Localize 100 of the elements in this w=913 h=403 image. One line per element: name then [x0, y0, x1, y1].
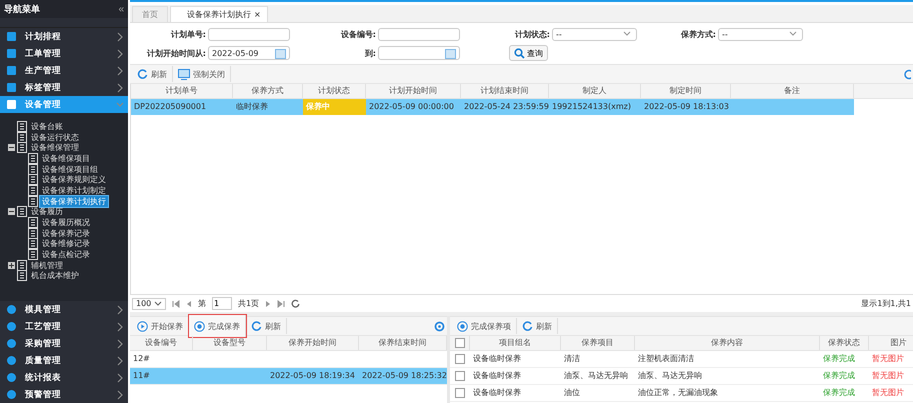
toolbar-button[interactable]: 刷新 [517, 318, 558, 334]
menu-item[interactable]: 生产管理 [0, 62, 128, 79]
menu-icon [6, 82, 17, 93]
tree-item[interactable]: 设备点检记录 [40, 249, 92, 260]
select-all-checkbox[interactable] [454, 338, 464, 348]
settings-icon[interactable] [434, 320, 445, 332]
menu-icon [6, 355, 17, 366]
column-header: 保养开始时间 [267, 336, 359, 350]
refresh-button[interactable]: 刷新 [132, 66, 173, 82]
column-header: 制定人 [549, 84, 641, 98]
table-cell-text: 2022-05-24 23:59:59 [463, 101, 549, 113]
collapse-button[interactable]: « [118, 4, 124, 14]
column-header: 计划结束时间 [461, 84, 549, 98]
menu-icon [6, 65, 17, 76]
tree-item[interactable]: 设备保养记录 [40, 228, 92, 239]
toggle-icon[interactable] [8, 208, 15, 216]
tree-item[interactable]: 辅机管理 [29, 260, 65, 271]
document-icon [28, 238, 38, 250]
radio-dot-icon [194, 320, 205, 332]
column-header: 设备编号 [130, 336, 193, 350]
tree-item[interactable]: 设备台账 [29, 120, 65, 132]
calendar-icon [445, 48, 456, 58]
toolbar-button[interactable]: 刷新 [246, 318, 287, 334]
tree-item[interactable]: 设备履历 [29, 206, 65, 218]
settings-icon[interactable] [903, 68, 911, 80]
document-icon [28, 174, 38, 186]
tree-item[interactable]: 设备维保项目 [40, 152, 92, 164]
document-icon [17, 142, 27, 154]
play-icon [137, 320, 148, 332]
table-cell-text: 油位正常，无漏油现象 [637, 387, 719, 399]
toolbar-button[interactable]: 完成保养项 [452, 318, 517, 334]
menu-icon [6, 389, 17, 400]
tree-item[interactable]: 设备维保管理 [29, 142, 81, 154]
image-link[interactable]: 暂无图片 [869, 351, 913, 367]
menu-item[interactable]: 质量管理 [0, 352, 128, 369]
document-icon [28, 152, 38, 164]
row-checkbox[interactable] [455, 371, 465, 381]
select-field[interactable]: -- [552, 28, 637, 40]
row-checkbox[interactable] [455, 388, 465, 398]
next-page-icon[interactable] [265, 300, 272, 308]
tree-item[interactable]: 设备保养计划制定 [40, 184, 108, 196]
pager-label: 共1页 [238, 298, 260, 309]
input-field[interactable] [208, 28, 290, 40]
table-cell-text: 油泵、马达无异响 [637, 370, 703, 382]
menu-item[interactable]: 统计报表 [0, 369, 128, 386]
refresh-icon [251, 320, 262, 332]
tree-item[interactable]: 设备履历概况 [40, 217, 92, 228]
column-header: 保养方式 [233, 84, 303, 98]
query-button[interactable]: 查询 [509, 45, 548, 61]
document-icon [28, 196, 38, 207]
field-label: 计划开始时间从: [146, 48, 207, 58]
document-icon [28, 228, 38, 239]
tree-item[interactable]: 设备维保项目组 [40, 164, 100, 175]
column-header: 设备型号 [193, 336, 267, 350]
previous-page-icon[interactable] [186, 300, 192, 308]
document-icon [17, 120, 27, 132]
image-link[interactable]: 暂无图片 [869, 368, 913, 384]
menu-item[interactable]: 采购管理 [0, 335, 128, 352]
tab[interactable]: 设备保养计划执行 × [170, 6, 268, 22]
table-cell-text: 油位 [563, 387, 581, 399]
refresh-icon [522, 320, 533, 332]
toggle-icon[interactable] [8, 262, 15, 269]
column-header: 制定时间 [641, 84, 731, 98]
first-page-icon[interactable] [172, 300, 180, 308]
row-checkbox[interactable] [455, 354, 465, 364]
table-cell-text: 临时保养 [235, 101, 269, 113]
menu-item[interactable]: 计划排程 [0, 28, 128, 45]
tree-item[interactable]: 设备维修记录 [40, 238, 92, 250]
select-field[interactable]: -- [718, 28, 803, 40]
table-cell-text: 19921524133(xmz) [551, 101, 632, 113]
table-row[interactable]: 11# 2022-05-09 18:19:34 2022-05-09 18:25:32 [130, 368, 447, 385]
tree-item[interactable]: 设备运行状态 [29, 132, 81, 143]
page-size-select[interactable]: 100 [132, 298, 166, 310]
column-header: 保养状态 [820, 336, 869, 350]
toolbar-button[interactable]: 完成保养 [189, 315, 246, 337]
table-row[interactable]: DP202205090001 临时保养 保养中 2022-05-09 00:00:00 2022-05-24 23:59:59 19921524133(xmz) 2022-05-09 18:13:03 [131, 99, 854, 115]
tree-item[interactable]: 设备保养计划执行 [40, 196, 108, 207]
menu-icon [6, 304, 17, 315]
menu-item[interactable]: 工单管理 [0, 45, 128, 62]
menu-item[interactable]: 标签管理 [0, 79, 128, 96]
reload-icon[interactable] [291, 299, 300, 308]
input-field[interactable] [378, 28, 460, 40]
date-field[interactable]: 2022-05-09 [208, 46, 290, 60]
document-icon [28, 184, 38, 196]
page-input[interactable]: 1 [212, 297, 232, 310]
tree-item[interactable]: 机台成本维护 [29, 270, 81, 282]
menu-item[interactable]: 工艺管理 [0, 318, 128, 335]
document-icon [28, 249, 38, 260]
date-field[interactable] [378, 46, 460, 60]
last-page-icon[interactable] [277, 300, 286, 308]
table-cell-text: 清洁 [563, 353, 581, 365]
menu-item[interactable]: 预警管理 [0, 386, 128, 403]
image-link[interactable]: 暂无图片 [869, 385, 913, 401]
table-cell-text: 油泵、马达无异响 [563, 370, 629, 382]
tree-item[interactable]: 设备保养规则定义 [40, 174, 108, 186]
menu-item[interactable]: 模具管理 [0, 301, 128, 318]
column-header: 保养结束时间 [359, 336, 447, 350]
toggle-icon[interactable] [8, 144, 15, 152]
force-close-button[interactable]: 强制关闭 [173, 66, 231, 82]
table-cell-text: 2022-05-09 18:25:32 [361, 370, 447, 382]
